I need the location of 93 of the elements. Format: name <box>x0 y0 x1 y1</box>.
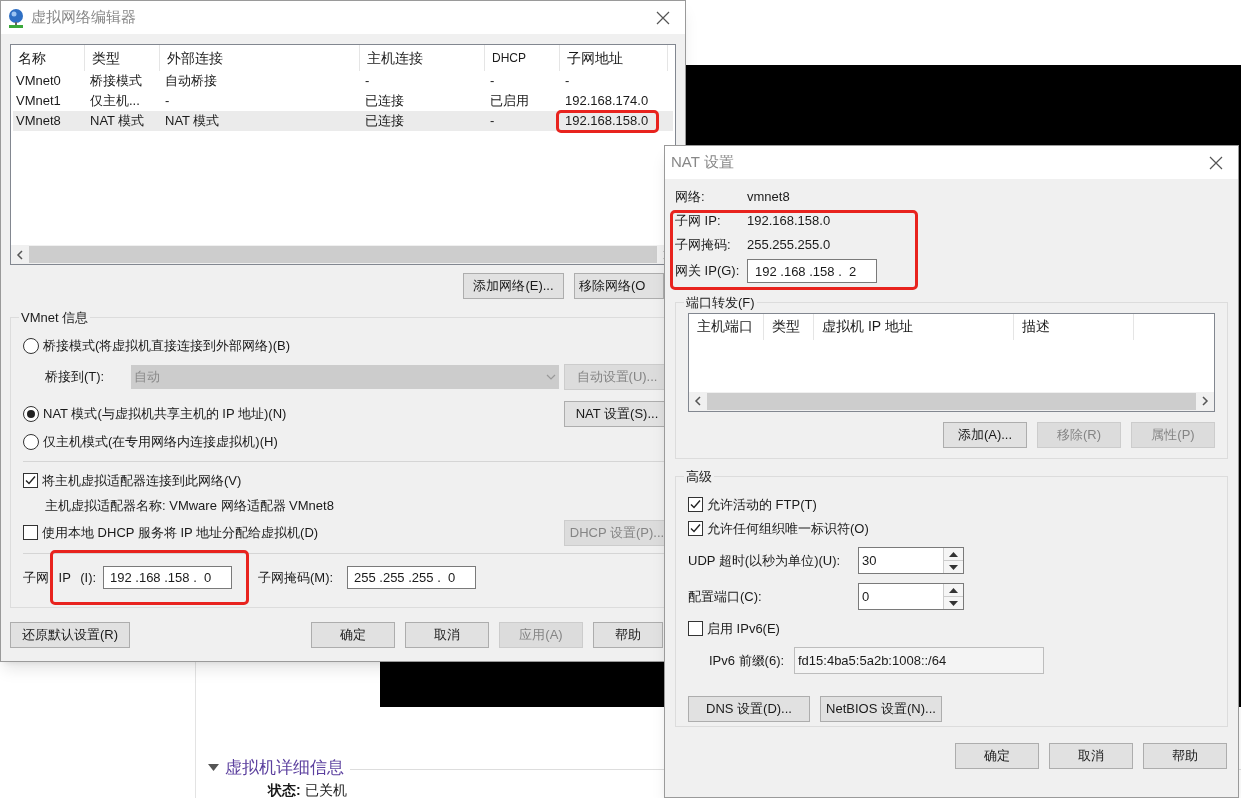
window-title: 虚拟网络编辑器 <box>31 7 136 28</box>
field-label: IPv6 前缀(6): <box>709 651 786 670</box>
table-cell-text: - <box>489 112 496 131</box>
radio-button[interactable] <box>23 405 39 422</box>
field-value: vmnet8 <box>747 188 790 207</box>
table-cell-text: 已连接 <box>364 112 405 131</box>
group-title: VMnet 信息 <box>20 309 90 327</box>
checkbox[interactable] <box>23 525 38 540</box>
button[interactable]: 添加(A)... <box>943 421 1027 448</box>
column-header[interactable]: 虚拟机 IP 地址 <box>814 313 1014 340</box>
collapse-triangle-icon[interactable] <box>208 761 219 773</box>
checkbox[interactable] <box>688 497 703 512</box>
radio-button[interactable] <box>23 337 39 354</box>
button[interactable]: 确定 <box>311 622 395 648</box>
table-cell-text: 桥接模式 <box>89 72 143 91</box>
checkbox-label: 使用本地 DHCP 服务将 IP 地址分配给虚拟机(D) <box>42 523 319 542</box>
table-cell-text: - <box>164 92 171 111</box>
field-label: 子网掩码: <box>675 236 732 255</box>
button[interactable]: 取消 <box>1049 743 1133 769</box>
table-cell-text: - <box>489 72 496 91</box>
field-label: 网络: <box>675 188 706 207</box>
spin-box[interactable]: 30 <box>858 547 964 574</box>
radio-button[interactable] <box>23 433 39 450</box>
input-field[interactable]: 192 .168 .158 . 0 <box>103 566 232 589</box>
table-cell-text: - <box>564 72 571 91</box>
table-cell-text: VMnet1 <box>15 92 62 111</box>
column-header[interactable]: 外部连接 <box>160 45 360 71</box>
scroll-thumb[interactable] <box>29 246 657 263</box>
spin-box[interactable]: 0 <box>858 583 964 610</box>
column-header[interactable]: 名称 <box>11 45 85 71</box>
table-cell-text: 已启用 <box>489 92 530 111</box>
column-header[interactable]: DHCP <box>485 45 560 71</box>
section-title[interactable]: 虚拟机详细信息 <box>225 754 344 780</box>
scroll-thumb[interactable] <box>707 392 1196 410</box>
field-label: 子网掩码(M): <box>258 568 335 587</box>
group-title: 高级 <box>685 468 713 486</box>
button[interactable]: DNS 设置(D)... <box>688 695 810 722</box>
table-cell-text: 仅主机... <box>89 92 141 111</box>
field-label: 桥接到(T): <box>45 367 106 386</box>
field-label: 子网 IP (I): <box>23 568 98 587</box>
button[interactable]: 帮助 <box>593 622 663 648</box>
column-header[interactable]: 主机端口 <box>689 313 764 340</box>
status-value: 已关机 <box>304 782 347 798</box>
column-header[interactable]: 类型 <box>85 45 160 71</box>
window-title: NAT 设置 <box>671 152 734 173</box>
radio-label: NAT 模式(与虚拟机共享主机的 IP 地址)(N) <box>43 404 287 423</box>
checkbox-label: 允许任何组织唯一标识符(O) <box>707 519 869 538</box>
field-value: 192.168.158.0 <box>747 212 831 231</box>
table-cell-text: 自动桥接 <box>164 72 218 91</box>
selected-row[interactable]: VMnet8 NAT 模式 NAT 模式 已连接 - 192.168.158.0 <box>13 111 673 131</box>
column-header[interactable]: 描述 <box>1014 313 1134 340</box>
close-icon[interactable] <box>655 9 671 26</box>
checkbox[interactable] <box>688 521 703 536</box>
button[interactable]: 帮助 <box>1143 743 1227 769</box>
table-cell-text: VMnet0 <box>15 72 62 91</box>
table-row[interactable]: VMnet1 仅主机... - 已连接 已启用 192.168.174.0 <box>13 91 673 111</box>
network-icon <box>7 7 25 28</box>
checkbox-label: 将主机虚拟适配器连接到此网络(V) <box>42 471 242 490</box>
table-cell-text: 192.168.158.0 <box>564 112 650 131</box>
group-title: 端口转发(F) <box>685 294 756 312</box>
input-field[interactable]: 192 .168 .158 . 2 <box>747 259 877 283</box>
column-header[interactable]: 类型 <box>764 313 814 340</box>
field-value: 255.255.255.0 <box>747 236 831 255</box>
table-cell-text: NAT 模式 <box>164 112 221 131</box>
status-label: 状态: <box>268 782 301 798</box>
field-label: UDP 超时(以秒为单位)(U): <box>688 551 842 570</box>
table-cell-text: - <box>364 72 371 91</box>
button[interactable]: 移除网络(O <box>574 273 664 299</box>
table-cell-text: 192.168.174.0 <box>564 92 650 111</box>
checkbox-label: 启用 IPv6(E) <box>707 619 780 638</box>
checkbox[interactable] <box>688 621 703 636</box>
table-cell-text: NAT 模式 <box>89 112 146 131</box>
field-label: 配置端口(C): <box>688 587 763 606</box>
column-header[interactable]: 主机连接 <box>360 45 485 71</box>
button[interactable]: 取消 <box>405 622 489 648</box>
button[interactable]: NetBIOS 设置(N)... <box>820 695 942 722</box>
table-cell-text: VMnet8 <box>15 112 62 131</box>
field-label: 网关 IP(G): <box>675 262 741 281</box>
field-label: 子网 IP: <box>675 212 722 231</box>
adapter-name-text: 主机虚拟适配器名称: VMware 网络适配器 VMnet8 <box>45 496 334 515</box>
button[interactable]: 确定 <box>955 743 1039 769</box>
radio-label: 桥接模式(将虚拟机直接连接到外部网络)(B) <box>43 336 290 355</box>
checkbox[interactable] <box>23 473 38 488</box>
input-field[interactable]: 255 .255 .255 . 0 <box>347 566 476 589</box>
column-header[interactable]: 子网地址 <box>560 45 668 71</box>
button[interactable]: 还原默认设置(R) <box>10 622 130 648</box>
checkbox-label: 允许活动的 FTP(T) <box>707 495 817 514</box>
button[interactable]: 添加网络(E)... <box>463 273 564 299</box>
table-row[interactable]: VMnet0 桥接模式 自动桥接 - - - <box>13 71 673 91</box>
table-cell-text: 已连接 <box>364 92 405 111</box>
caret-icon <box>546 373 556 380</box>
close-icon[interactable] <box>1208 154 1224 171</box>
radio-label: 仅主机模式(在专用网络内连接虚拟机)(H) <box>43 432 278 451</box>
